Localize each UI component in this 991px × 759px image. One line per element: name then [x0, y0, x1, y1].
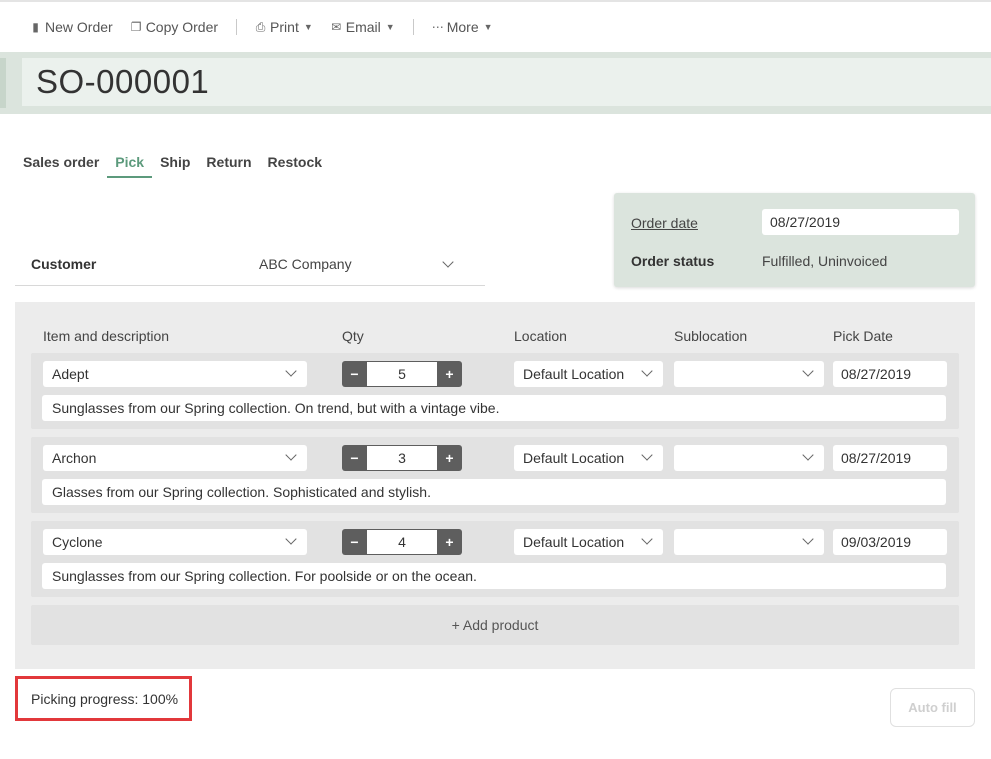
pick-date-field[interactable]: 08/27/2019 — [833, 445, 947, 471]
pick-date-field[interactable]: 09/03/2019 — [833, 529, 947, 555]
quantity-stepper: − 3 + — [342, 445, 462, 471]
picking-progress-text: Picking progress: 100% — [31, 690, 179, 707]
toolbar-divider — [412, 19, 414, 35]
add-product-button[interactable]: + Add product — [31, 605, 959, 645]
email-button[interactable]: ✉ Email ▼ — [331, 19, 395, 35]
customer-label: Customer — [31, 256, 97, 272]
chevron-down-icon: ▼ — [385, 22, 395, 32]
order-info-panel: Order date 08/27/2019 Order status Fulfi… — [614, 193, 975, 287]
ellipsis-icon: ⋯ — [431, 20, 444, 34]
location-value: Default Location — [523, 534, 625, 550]
description-field[interactable]: Sunglasses from our Spring collection. F… — [42, 563, 946, 589]
column-header-sublocation: Sublocation — [674, 328, 748, 344]
email-label: Email — [345, 19, 381, 35]
copy-order-label: Copy Order — [145, 19, 219, 35]
order-status-label: Order status — [631, 253, 715, 269]
increment-button[interactable]: + — [437, 361, 462, 387]
item-name: Archon — [52, 450, 97, 466]
chevron-down-icon — [641, 533, 653, 545]
sublocation-select[interactable] — [674, 361, 824, 387]
item-row: Adept − 5 + Default Location 08/27/2019 … — [31, 353, 959, 429]
item-name: Cyclone — [52, 534, 103, 550]
copy-order-button[interactable]: ❐ Copy Order — [131, 19, 218, 35]
column-header-location: Location — [514, 328, 567, 344]
tab-restock[interactable]: Restock — [268, 152, 322, 178]
item-row: Archon − 3 + Default Location 08/27/2019… — [31, 437, 959, 513]
item-row: Cyclone − 4 + Default Location 09/03/201… — [31, 521, 959, 597]
pick-date-field[interactable]: 08/27/2019 — [833, 361, 947, 387]
page-title: SO-000001 — [36, 63, 210, 100]
customer-value: ABC Company — [259, 256, 352, 272]
envelope-icon: ✉ — [331, 20, 342, 34]
sublocation-select[interactable] — [674, 445, 824, 471]
tab-return[interactable]: Return — [206, 152, 251, 178]
location-value: Default Location — [523, 450, 625, 466]
order-date-label[interactable]: Order date — [631, 215, 698, 231]
sublocation-select[interactable] — [674, 529, 824, 555]
quantity-stepper: − 4 + — [342, 529, 462, 555]
column-header-qty: Qty — [342, 328, 364, 344]
items-panel: Item and description Qty Location Subloc… — [15, 302, 975, 669]
more-label: More — [446, 19, 479, 35]
location-select[interactable]: Default Location — [514, 445, 663, 471]
decrement-button[interactable]: − — [342, 361, 367, 387]
chevron-down-icon — [802, 533, 814, 545]
quantity-input[interactable]: 4 — [367, 529, 437, 555]
increment-button[interactable]: + — [437, 529, 462, 555]
tab-sales-order[interactable]: Sales order — [23, 152, 99, 178]
item-select[interactable]: Archon — [43, 445, 307, 471]
side-handle[interactable] — [0, 58, 6, 108]
tab-ship[interactable]: Ship — [160, 152, 190, 178]
description-field[interactable]: Sunglasses from our Spring collection. O… — [42, 395, 946, 421]
order-date-field[interactable]: 08/27/2019 — [762, 209, 959, 235]
order-status-value: Fulfilled, Uninvoiced — [762, 253, 888, 269]
new-order-label: New Order — [45, 19, 113, 35]
quantity-stepper: − 5 + — [342, 361, 462, 387]
more-button[interactable]: ⋯ More ▼ — [432, 19, 493, 35]
tab-bar: Sales order Pick Ship Return Restock — [23, 152, 338, 178]
chevron-down-icon — [802, 449, 814, 461]
chevron-down-icon — [285, 449, 297, 461]
location-select[interactable]: Default Location — [514, 361, 663, 387]
chevron-down-icon: ▼ — [303, 22, 313, 32]
auto-fill-button[interactable]: Auto fill — [890, 688, 975, 727]
toolbar-divider — [236, 19, 238, 35]
toolbar: ▮ New Order ❐ Copy Order ⎙ Print ▼ ✉ Ema… — [0, 0, 991, 52]
location-select[interactable]: Default Location — [514, 529, 663, 555]
decrement-button[interactable]: − — [342, 445, 367, 471]
chevron-down-icon — [641, 365, 653, 377]
copy-icon: ❐ — [130, 20, 142, 34]
tab-pick[interactable]: Pick — [107, 152, 153, 178]
chevron-down-icon — [285, 365, 297, 377]
chevron-down-icon — [641, 449, 653, 461]
quantity-input[interactable]: 5 — [367, 361, 437, 387]
chevron-down-icon — [442, 256, 454, 268]
picking-progress: Picking progress: 100% — [15, 676, 192, 721]
increment-button[interactable]: + — [437, 445, 462, 471]
print-button[interactable]: ⎙ Print ▼ — [255, 19, 313, 35]
item-select[interactable]: Adept — [43, 361, 307, 387]
chevron-down-icon — [802, 365, 814, 377]
item-select[interactable]: Cyclone — [43, 529, 307, 555]
location-value: Default Location — [523, 366, 625, 382]
customer-select[interactable]: Customer ABC Company — [15, 243, 485, 286]
column-header-item: Item and description — [43, 328, 170, 344]
printer-icon: ⎙ — [255, 19, 266, 34]
column-header-pick-date: Pick Date — [833, 328, 893, 344]
chevron-down-icon — [285, 533, 297, 545]
title-box: SO-000001 — [22, 58, 991, 106]
document-icon: ▮ — [32, 20, 39, 34]
description-field[interactable]: Glasses from our Spring collection. Soph… — [42, 479, 946, 505]
print-label: Print — [270, 19, 299, 35]
chevron-down-icon: ▼ — [483, 22, 493, 32]
quantity-input[interactable]: 3 — [367, 445, 437, 471]
decrement-button[interactable]: − — [342, 529, 367, 555]
new-order-button[interactable]: ▮ New Order — [30, 19, 113, 35]
item-name: Adept — [52, 366, 89, 382]
